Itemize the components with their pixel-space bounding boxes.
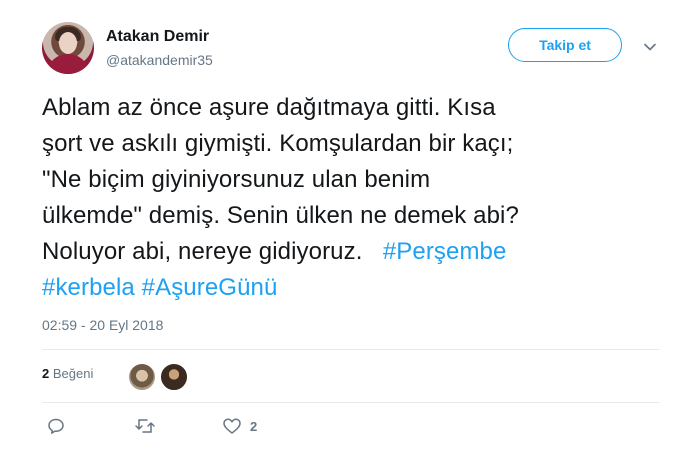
chevron-down-icon[interactable] <box>643 40 657 54</box>
tweet-line: "Ne biçim giyiniyorsunuz ulan benim <box>42 166 431 193</box>
avatar[interactable] <box>42 22 94 74</box>
retweet-icon <box>135 419 155 433</box>
author-name[interactable]: Atakan Demir <box>106 28 209 46</box>
hashtag-link[interactable]: #AşureGünü <box>142 274 278 301</box>
likes-count: 2 <box>42 366 50 381</box>
avatar-face <box>59 32 77 54</box>
author-handle[interactable]: @atakandemir35 <box>106 52 213 68</box>
tweet-line-text: Noluyor abi, nereye gidiyoruz. <box>42 238 363 265</box>
divider <box>42 349 660 350</box>
likes-summary[interactable]: 2 Beğeni <box>42 366 93 381</box>
liker-avatar[interactable] <box>128 363 156 391</box>
avatar-shoulders <box>46 54 90 74</box>
tweet-line: şort ve askılı giymişti. Komşulardan bir… <box>42 130 514 157</box>
heart-icon <box>223 418 241 434</box>
hashtag-link[interactable]: #Perşembe <box>383 238 507 265</box>
like-button[interactable]: 2 <box>222 414 257 438</box>
tweet-header: Atakan Demir @atakandemir35 Takip et <box>42 22 662 78</box>
reply-button[interactable] <box>46 414 66 438</box>
hashtag-link[interactable]: #kerbela <box>42 274 135 301</box>
tweet-line: Ablam az önce aşure dağıtmaya gitti. Kıs… <box>42 94 496 121</box>
reply-icon <box>48 418 64 434</box>
divider <box>42 402 660 403</box>
retweet-button[interactable] <box>134 414 156 438</box>
liker-avatar[interactable] <box>160 363 188 391</box>
tweet-line-with-hashtag: Noluyor abi, nereye gidiyoruz. #Perşembe <box>42 234 662 270</box>
follow-button[interactable]: Takip et <box>508 28 622 62</box>
tweet-text: Ablam az önce aşure dağıtmaya gitti. Kıs… <box>42 90 662 306</box>
like-count: 2 <box>250 418 258 434</box>
tweet-line: ülkemde" demiş. Senin ülken ne demek abi… <box>42 202 519 229</box>
likes-label: Beğeni <box>52 366 94 381</box>
tweet-card: Atakan Demir @atakandemir35 Takip et Abl… <box>0 0 700 464</box>
tweet-actions: 2 <box>42 414 342 438</box>
tweet-timestamp[interactable]: 02:59 - 20 Eyl 2018 <box>42 317 163 333</box>
tweet-hashtag-line: #kerbela #AşureGünü <box>42 270 662 306</box>
